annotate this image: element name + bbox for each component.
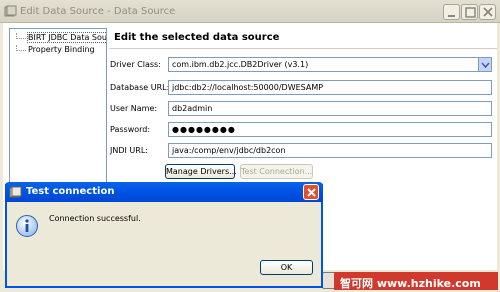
close-icon bbox=[483, 7, 493, 17]
maximize-icon bbox=[465, 7, 476, 18]
test-connection-button[interactable]: Test Connection... bbox=[240, 164, 313, 179]
eclipse-app-icon bbox=[4, 5, 17, 17]
page-tree: BIRT JDBC Data Source Property Binding bbox=[9, 28, 107, 194]
site-watermark: 智可网 www.hzhike.com bbox=[334, 272, 498, 290]
driver-class-select[interactable]: com.ibm.db2.jcc.DB2Driver (v3.1) bbox=[168, 57, 492, 72]
database-url-label: Database URL: bbox=[110, 83, 170, 92]
jndi-url-input[interactable]: java:/comp/env/jdbc/db2con bbox=[168, 143, 492, 158]
close-icon bbox=[307, 188, 316, 197]
eclipse-app-icon bbox=[9, 186, 22, 198]
dialog-message: Connection successful. bbox=[49, 214, 141, 223]
tree-connector bbox=[16, 45, 26, 51]
minimize-icon bbox=[448, 15, 455, 17]
test-connection-dialog: Test connection Connection successful. O… bbox=[5, 182, 323, 288]
tree-connector bbox=[16, 33, 26, 39]
info-icon bbox=[16, 215, 38, 237]
close-window-button[interactable] bbox=[479, 4, 496, 20]
tree-item-property-binding[interactable]: Property Binding bbox=[14, 45, 95, 56]
jndi-url-label: JNDI URL: bbox=[110, 146, 148, 155]
dialog-title-bar: Test connection bbox=[5, 182, 323, 202]
window-title-bar: Edit Data Source - Data Source bbox=[0, 0, 500, 23]
chevron-down-icon bbox=[481, 62, 490, 68]
driver-class-label: Driver Class: bbox=[110, 60, 161, 69]
heading-separator bbox=[109, 48, 497, 49]
manage-drivers-button[interactable]: Manage Drivers... bbox=[165, 164, 237, 179]
minimize-button[interactable] bbox=[443, 4, 460, 20]
password-input[interactable]: ●●●●●●●● bbox=[168, 122, 492, 137]
maximize-button[interactable] bbox=[461, 4, 478, 20]
user-name-input[interactable]: db2admin bbox=[168, 101, 492, 116]
dialog-title: Test connection bbox=[26, 186, 115, 197]
ok-button[interactable]: OK bbox=[260, 260, 313, 275]
tree-item-jdbc-data-source[interactable]: BIRT JDBC Data Source bbox=[14, 32, 106, 44]
dialog-close-button[interactable] bbox=[303, 184, 319, 200]
database-url-input[interactable]: jdbc:db2://localhost:50000/DWESAMP bbox=[168, 80, 492, 95]
page-heading: Edit the selected data source bbox=[114, 32, 280, 43]
driver-class-value: com.ibm.db2.jcc.DB2Driver (v3.1) bbox=[172, 60, 309, 69]
dropdown-button[interactable] bbox=[478, 58, 491, 71]
password-label: Password: bbox=[110, 125, 151, 134]
user-name-label: User Name: bbox=[110, 104, 158, 113]
window-title: Edit Data Source - Data Source bbox=[20, 6, 176, 17]
